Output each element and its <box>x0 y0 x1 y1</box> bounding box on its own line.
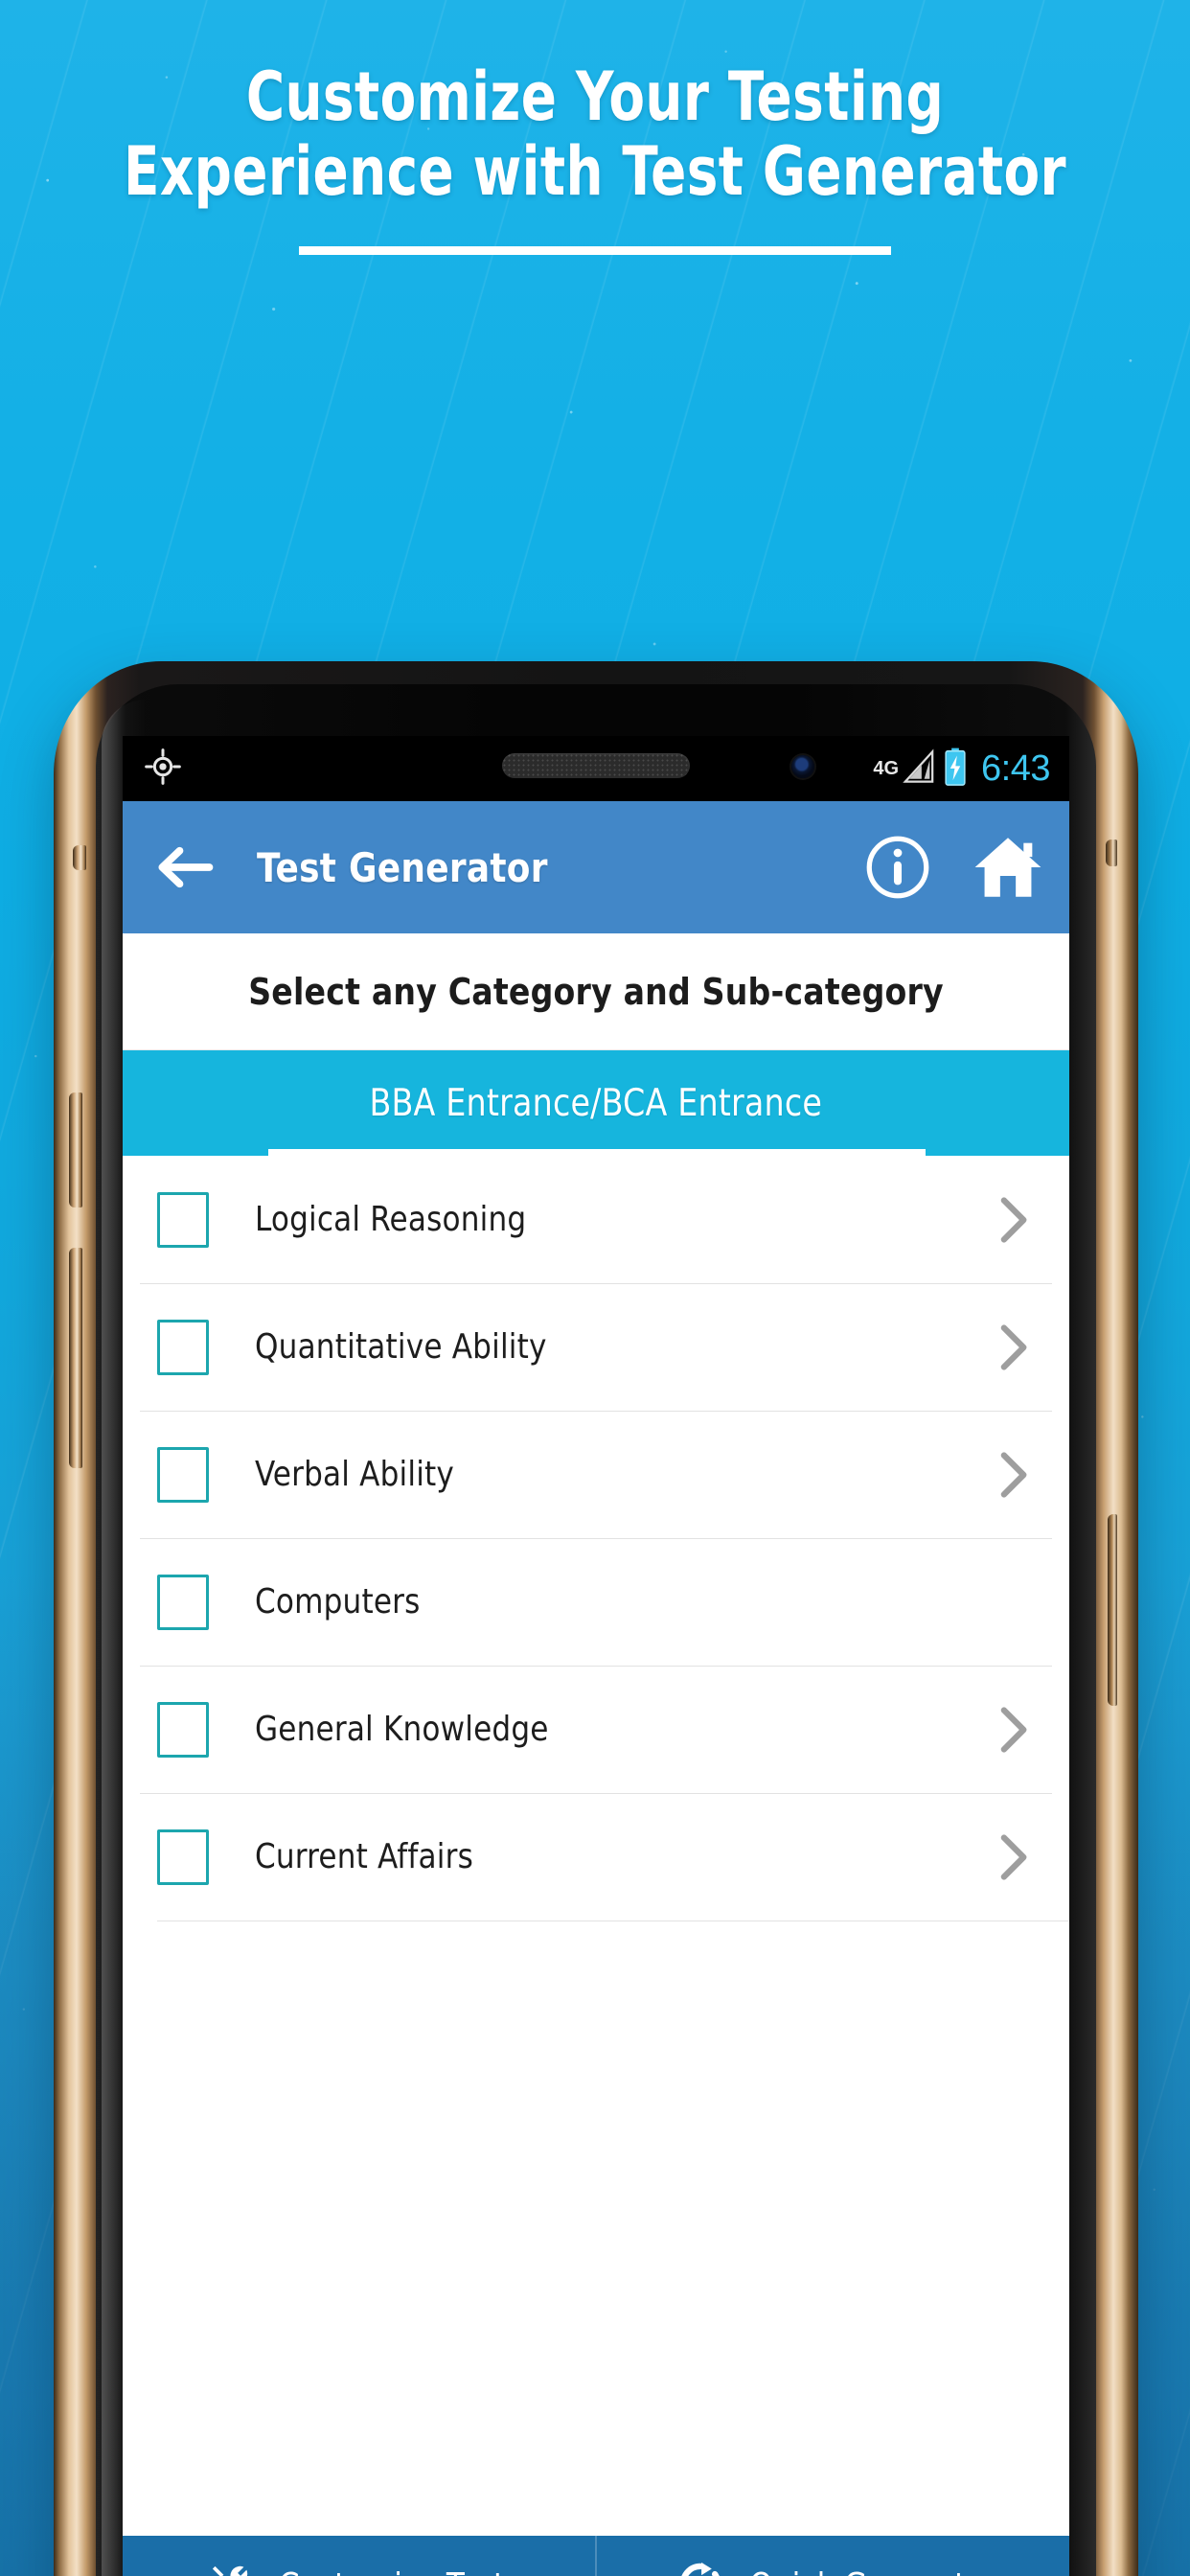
location-icon <box>144 748 182 791</box>
list-item[interactable]: Verbal Ability <box>123 1411 1069 1538</box>
customize-test-label: Customize Test <box>279 2566 505 2576</box>
category-tab-strip[interactable]: BBA Entrance/BCA Entrance <box>123 1050 1069 1156</box>
subject-checkbox[interactable] <box>157 1701 209 1758</box>
sim-tray-button[interactable] <box>73 845 86 870</box>
subject-label: Verbal Ability <box>255 1455 454 1494</box>
headline-line-1: Customize Your Testing <box>245 58 945 136</box>
back-arrow-icon[interactable] <box>155 843 215 891</box>
list-item[interactable]: Current Affairs <box>123 1793 1069 1920</box>
subject-label: Computers <box>255 1582 421 1622</box>
chevron-right-icon[interactable] <box>998 1322 1031 1372</box>
chevron-right-icon[interactable] <box>998 1450 1031 1500</box>
phone-mockup: 4G 6:43 Test Generator Select any Catego… <box>46 661 1146 2576</box>
home-icon[interactable] <box>972 834 1044 901</box>
promo-background: Customize Your Testing Experience with T… <box>0 0 1190 2576</box>
volume-up-button[interactable] <box>69 1092 82 1208</box>
bottom-action-bar: Customize Test Quick Generate <box>123 2536 1069 2576</box>
list-empty-area <box>123 1921 1069 2458</box>
subject-list: Logical Reasoning Quantitative Ability V… <box>123 1156 1069 2458</box>
status-bar-left-icons <box>144 748 182 791</box>
quick-generate-label: Quick Generate <box>749 2566 985 2576</box>
info-circle-icon[interactable] <box>864 834 931 901</box>
list-item[interactable]: Quantitative Ability <box>123 1283 1069 1411</box>
list-end-divider <box>157 1920 1069 1921</box>
list-item[interactable]: Logical Reasoning <box>123 1156 1069 1283</box>
subject-checkbox[interactable] <box>157 1191 209 1248</box>
chevron-right-icon[interactable] <box>998 1832 1031 1882</box>
page-title: Test Generator <box>257 843 548 891</box>
subject-label: Current Affairs <box>255 1837 473 1876</box>
android-status-bar: 4G 6:43 <box>123 736 1069 801</box>
battery-charging-icon <box>943 748 968 791</box>
chevron-right-icon[interactable] <box>998 1195 1031 1245</box>
earpiece-speaker <box>502 753 690 778</box>
power-button[interactable] <box>1108 1514 1117 1706</box>
subject-label: Logical Reasoning <box>255 1200 527 1239</box>
signal-bars-icon <box>903 748 935 790</box>
subject-checkbox[interactable] <box>157 1446 209 1503</box>
section-subtitle: Select any Category and Sub-category <box>248 970 944 1013</box>
tab-bba-bca-entrance[interactable]: BBA Entrance/BCA Entrance <box>370 1082 823 1125</box>
promo-headline: Customize Your Testing Experience with T… <box>0 59 1190 255</box>
tab-selected-indicator <box>268 1149 926 1156</box>
customize-test-button[interactable]: Customize Test <box>123 2536 595 2576</box>
status-bar-right-icons: 4G 6:43 <box>873 748 1050 791</box>
status-bar-clock: 6:43 <box>981 748 1050 789</box>
subject-label: Quantitative Ability <box>255 1327 547 1367</box>
headline-line-2: Experience with Test Generator <box>123 132 1067 212</box>
list-item[interactable]: Computers <box>123 1538 1069 1666</box>
subject-checkbox[interactable] <box>157 1574 209 1630</box>
list-item[interactable]: General Knowledge <box>123 1666 1069 1793</box>
subject-label: General Knowledge <box>255 1710 549 1749</box>
chevron-right-icon[interactable] <box>998 1705 1031 1755</box>
volume-down-button[interactable] <box>69 1248 82 1468</box>
subject-checkbox[interactable] <box>157 1319 209 1375</box>
wrench-screwdriver-icon <box>207 2561 253 2576</box>
power-button-top[interactable] <box>1106 840 1117 866</box>
front-camera <box>791 755 814 778</box>
refresh-circular-arrow-icon <box>677 2561 723 2576</box>
quick-generate-button[interactable]: Quick Generate <box>597 2536 1069 2576</box>
headline-divider-rule <box>299 245 891 255</box>
phone-screen: 4G 6:43 Test Generator Select any Catego… <box>123 736 1069 2576</box>
subject-checkbox[interactable] <box>157 1828 209 1885</box>
section-subtitle-band: Select any Category and Sub-category <box>123 933 1069 1050</box>
app-toolbar: Test Generator <box>123 801 1069 933</box>
network-type-label: 4G <box>873 758 900 779</box>
